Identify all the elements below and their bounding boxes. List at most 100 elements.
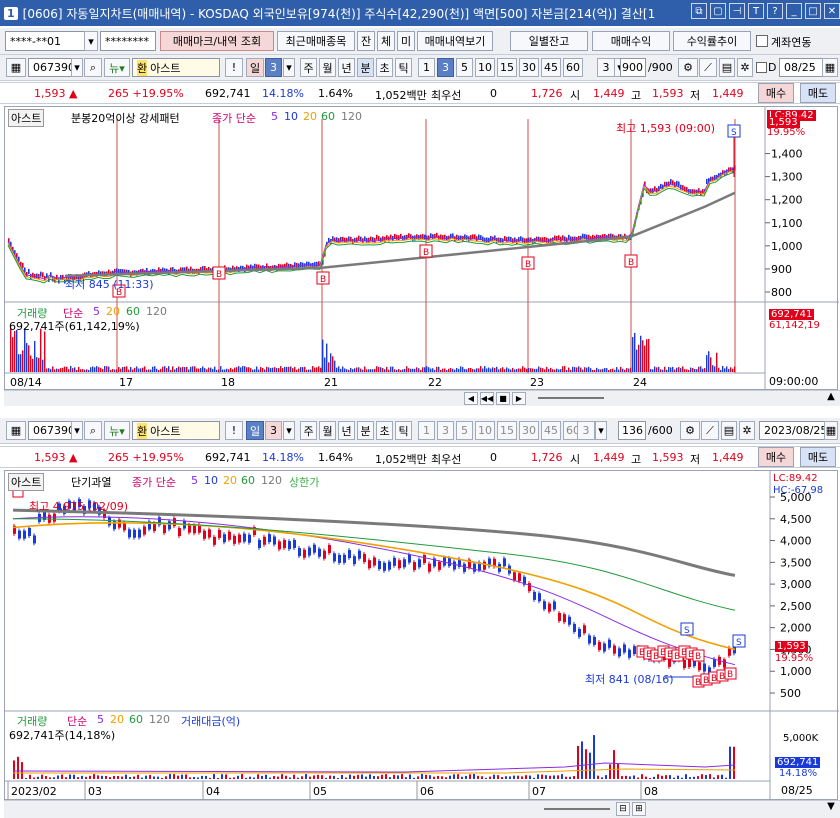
account-input[interactable]: ****-**01 — [5, 31, 85, 51]
upper-daily-button[interactable]: 일 — [246, 58, 264, 77]
upper-interval-4-button[interactable]: 15 — [497, 58, 517, 77]
upper-interval-5-button[interactable]: 30 — [519, 58, 539, 77]
upper-scroll-left-icon[interactable]: ◀ — [464, 392, 478, 405]
upper-interval-6-button[interactable]: 45 — [541, 58, 561, 77]
lower-code-dropdown-icon[interactable]: ▾ — [71, 421, 83, 440]
upper-line-icon[interactable]: ⟋ — [699, 58, 717, 77]
upper-search-icon[interactable]: ⌕ — [84, 58, 102, 77]
lower-daily-button[interactable]: 일 — [246, 421, 264, 440]
upper-date-input[interactable]: 08/25 — [779, 58, 823, 77]
lower-alert-icon[interactable]: ! — [225, 421, 243, 440]
upper-period-2-button[interactable]: 년 — [338, 58, 355, 77]
upper-name-input[interactable]: 환 아스트 — [132, 58, 220, 77]
balance-button[interactable]: 잔 — [357, 31, 375, 51]
lower-period-2-button[interactable]: 년 — [338, 421, 355, 440]
upper-period-1-button[interactable]: 월 — [319, 58, 336, 77]
minimize-icon[interactable]: _ — [786, 3, 802, 19]
lower-calendar-icon[interactable]: ▦ — [824, 421, 838, 440]
lower-save-icon[interactable]: ▤ — [721, 421, 737, 440]
upper-interval-7-button[interactable]: 60 — [563, 58, 583, 77]
upper-sell-button[interactable]: 매도 — [800, 83, 836, 103]
upper-period-0-button[interactable]: 주 — [300, 58, 317, 77]
lower-code-input[interactable]: 067390 — [28, 421, 75, 440]
upper-new-icon[interactable]: 뉴▾ — [104, 58, 130, 77]
help-icon[interactable]: ? — [767, 3, 783, 19]
link-icon[interactable]: ⧉ — [691, 3, 707, 19]
upper-alert-icon[interactable]: ! — [225, 58, 243, 77]
upper-zoom-slider[interactable] — [538, 397, 604, 399]
upper-tools-icon[interactable]: ⚙ — [678, 58, 698, 77]
upper-interval-1-button[interactable]: 3 — [437, 58, 454, 77]
upper-interval-select[interactable]: 3 — [597, 58, 615, 77]
upper-calendar-icon[interactable]: ▦ — [822, 58, 838, 77]
upper-period-dropdown-icon[interactable]: ▾ — [283, 58, 295, 77]
lower-tool2-icon[interactable]: ⊞ — [632, 802, 646, 816]
upper-code-input[interactable]: 067390 — [28, 58, 75, 77]
return-trend-button[interactable]: 수익률추이 — [673, 31, 751, 51]
upper-settings-icon[interactable]: ▦ — [6, 58, 26, 77]
lower-scroll-bar[interactable]: ⊟ ⊞ ▼ — [4, 800, 840, 818]
trade-mark-button[interactable]: 매매마크/내역 조회 — [160, 31, 274, 51]
upper-date-checkbox[interactable] — [756, 62, 767, 73]
restore-icon[interactable]: ▢ — [710, 3, 726, 19]
lower-gear-icon[interactable]: ✲ — [739, 421, 755, 440]
account-dropdown-icon[interactable]: ▾ — [84, 31, 98, 51]
upper-period-value[interactable]: 3 — [265, 58, 282, 77]
lower-new-icon[interactable]: 뉴▾ — [104, 421, 130, 440]
upper-play-icon[interactable]: ▶ — [512, 392, 526, 405]
lower-interval-3-button[interactable]: 10 — [475, 421, 495, 440]
unexecuted-button[interactable]: 미 — [397, 31, 415, 51]
lower-search-icon[interactable]: ⌕ — [84, 421, 102, 440]
lower-interval-5-button[interactable]: 30 — [519, 421, 539, 440]
lower-period-value[interactable]: 3 — [265, 421, 282, 440]
upper-collapse-icon[interactable]: ▲ — [824, 391, 838, 406]
lower-interval-1-button[interactable]: 3 — [437, 421, 454, 440]
lower-chart[interactable]: 5,0004,5004,0003,5003,0002,5002,0001,500… — [4, 470, 839, 801]
close-icon[interactable]: ✕ — [824, 3, 840, 19]
lower-name-input[interactable]: 환 아스트 — [132, 421, 220, 440]
upper-gear-icon[interactable]: ✲ — [737, 58, 753, 77]
upper-period-3-button[interactable]: 분 — [357, 58, 374, 77]
lower-interval-4-button[interactable]: 15 — [497, 421, 517, 440]
trade-profit-button[interactable]: 매매수익 — [592, 31, 670, 51]
upper-period-4-button[interactable]: 초 — [376, 58, 393, 77]
lower-interval-2-button[interactable]: 5 — [456, 421, 473, 440]
upper-chart[interactable]: 1,400 1,300 1,200 1,100 1,000 900 800 08/14 17 18… — [4, 106, 839, 391]
daily-balance-button[interactable]: 일별잔고 — [510, 31, 588, 51]
upper-rewind-icon[interactable]: ◀◀ — [480, 392, 494, 405]
upper-code-dropdown-icon[interactable]: ▾ — [71, 58, 83, 77]
maximize-icon[interactable]: □ — [805, 3, 821, 19]
upper-interval-2-button[interactable]: 5 — [456, 58, 473, 77]
account-link-checkbox[interactable] — [756, 35, 768, 47]
lower-count-input[interactable]: 136 — [618, 421, 646, 440]
lower-period-4-button[interactable]: 초 — [376, 421, 393, 440]
executed-button[interactable]: 체 — [377, 31, 395, 51]
lower-interval-6-button[interactable]: 45 — [541, 421, 561, 440]
lower-interval-0-button[interactable]: 1 — [418, 421, 435, 440]
lower-period-5-button[interactable]: 틱 — [395, 421, 412, 440]
password-input[interactable]: ******** — [100, 31, 156, 51]
lower-period-1-button[interactable]: 월 — [319, 421, 336, 440]
lower-tools-icon[interactable]: ⚙ — [680, 421, 700, 440]
recent-items-button[interactable]: 최근매매종목 — [277, 31, 355, 51]
upper-interval-3-button[interactable]: 10 — [475, 58, 495, 77]
lower-interval-select[interactable]: 3 — [577, 421, 595, 440]
lower-interval-dropdown-icon[interactable]: ▾ — [595, 421, 607, 440]
upper-buy-button[interactable]: 매수 — [758, 83, 794, 103]
lower-scroll-down-icon[interactable]: ▼ — [824, 801, 838, 817]
upper-period-5-button[interactable]: 틱 — [395, 58, 412, 77]
font-icon[interactable]: T — [748, 3, 764, 19]
upper-stop-icon[interactable]: ■ — [496, 392, 510, 405]
lower-line-icon[interactable]: ⟋ — [701, 421, 719, 440]
lower-tool1-icon[interactable]: ⊟ — [616, 802, 630, 816]
lower-period-3-button[interactable]: 분 — [357, 421, 374, 440]
lower-period-0-button[interactable]: 주 — [300, 421, 317, 440]
lower-zoom-slider[interactable] — [544, 808, 610, 810]
lower-settings-icon[interactable]: ▦ — [6, 421, 26, 440]
pin-icon[interactable]: ⊣ — [729, 3, 745, 19]
lower-period-dropdown-icon[interactable]: ▾ — [283, 421, 295, 440]
upper-save-icon[interactable]: ▤ — [719, 58, 735, 77]
lower-sell-button[interactable]: 매도 — [800, 447, 836, 467]
upper-scroll-bar[interactable]: ◀ ◀◀ ■ ▶ ▲ — [4, 390, 840, 406]
lower-date-input[interactable]: 2023/08/25 — [759, 421, 827, 440]
